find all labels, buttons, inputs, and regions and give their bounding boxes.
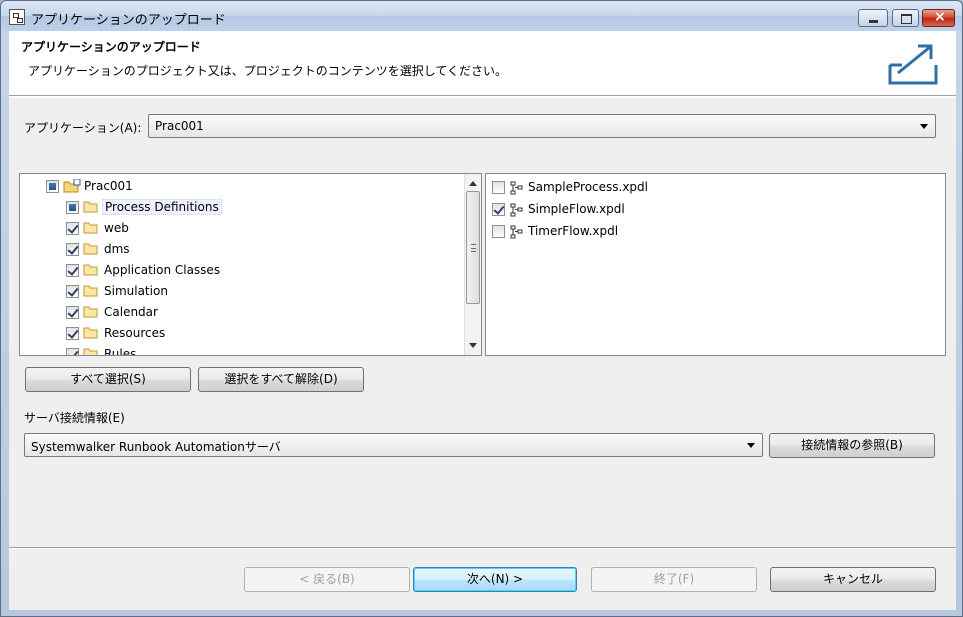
select-all-button[interactable]: すべて選択(S): [25, 367, 191, 392]
tree-item-checkbox[interactable]: [66, 201, 79, 214]
process-file-icon: [510, 225, 523, 239]
tree-item-label: Resources: [104, 326, 166, 340]
folder-icon: [83, 264, 98, 276]
scroll-down-icon[interactable]: [469, 343, 477, 348]
tree-item-label: Calendar: [104, 305, 158, 319]
file-item-label: TimerFlow.xpdl: [528, 224, 619, 238]
tree-item-checkbox[interactable]: [66, 285, 79, 298]
tree-root-checkbox[interactable]: [46, 180, 59, 193]
folder-icon: [83, 306, 98, 318]
tree-item-label: Application Classes: [104, 263, 221, 277]
folder-icon: [83, 222, 98, 234]
file-item-label: SimpleFlow.xpdl: [528, 202, 625, 216]
tree-item-label: Rules: [104, 347, 137, 356]
tree-item-checkbox[interactable]: [66, 348, 79, 355]
cancel-button[interactable]: キャンセル: [770, 567, 936, 592]
file-item-checkbox[interactable]: [492, 203, 505, 216]
close-icon: ×: [934, 9, 946, 25]
app-icon: [9, 9, 25, 25]
folder-icon: [83, 327, 98, 339]
back-button[interactable]: < 戻る(B): [244, 567, 410, 592]
tree-item-checkbox[interactable]: [66, 306, 79, 319]
tree-scrollbar[interactable]: [464, 174, 481, 355]
scrollbar-thumb[interactable]: [466, 191, 480, 304]
minimize-button[interactable]: [858, 9, 888, 27]
server-combo-value: Systemwalker Runbook Automationサーバ: [31, 440, 281, 454]
dialog-client: アプリケーションのアップロード アプリケーションのプロジェクト又は、プロジェクト…: [9, 31, 956, 610]
file-item-checkbox[interactable]: [492, 225, 505, 238]
next-button[interactable]: 次へ(N) >: [413, 567, 577, 592]
deselect-all-button[interactable]: 選択をすべて解除(D): [198, 367, 364, 392]
server-combo[interactable]: Systemwalker Runbook Automationサーバ: [24, 433, 763, 457]
tree-item-checkbox[interactable]: [66, 222, 79, 235]
folder-icon: [83, 201, 98, 213]
scroll-up-icon[interactable]: [469, 181, 477, 186]
close-button[interactable]: ×: [922, 9, 955, 27]
tree-item-label: dms: [104, 242, 130, 256]
project-tree[interactable]: Prac001 Process Definitions web dms Appl…: [19, 173, 482, 356]
chevron-down-icon[interactable]: [747, 443, 755, 448]
tree-item-label: Process Definitions: [102, 199, 222, 215]
process-file-icon: [510, 203, 523, 217]
tree-item-checkbox[interactable]: [66, 264, 79, 277]
wizard-footer: < 戻る(B) 次へ(N) > 終了(F) キャンセル: [9, 547, 956, 610]
grip-icon: [471, 244, 476, 252]
folder-icon: [83, 285, 98, 297]
tree-item-checkbox[interactable]: [66, 327, 79, 340]
server-label: サーバ接続情報(E): [24, 411, 125, 425]
tree-root-label: Prac001: [84, 179, 133, 193]
window-title: アプリケーションのアップロード: [31, 13, 226, 28]
wizard-body: アプリケーション(A): Prac001 Prac001 Process Def…: [9, 97, 956, 547]
tree-item-label: web: [104, 221, 129, 235]
upload-icon: [888, 44, 938, 85]
wizard-header: アプリケーションのアップロード アプリケーションのプロジェクト又は、プロジェクト…: [9, 31, 956, 96]
file-item-label: SampleProcess.xpdl: [528, 180, 648, 194]
chevron-down-icon[interactable]: [920, 124, 928, 129]
folder-icon: [83, 348, 98, 355]
title-bar[interactable]: アプリケーションのアップロード ×: [1, 1, 962, 31]
maximize-button[interactable]: [892, 9, 919, 27]
tree-item-label: Simulation: [104, 284, 168, 298]
finish-button[interactable]: 終了(F): [591, 567, 757, 592]
upload-application-dialog: アプリケーションのアップロード × アプリケーションのアップロード アプリケーシ…: [0, 0, 963, 617]
application-combo[interactable]: Prac001: [148, 114, 936, 138]
application-label: アプリケーション(A):: [24, 121, 142, 135]
wizard-description: アプリケーションのプロジェクト又は、プロジェクトのコンテンツを選択してください。: [28, 64, 508, 78]
application-combo-value: Prac001: [155, 119, 204, 133]
tree-item-checkbox[interactable]: [66, 243, 79, 256]
file-item-checkbox[interactable]: [492, 181, 505, 194]
browse-connection-button[interactable]: 接続情報の参照(B): [769, 433, 935, 458]
wizard-title: アプリケーションのアップロード: [21, 40, 201, 54]
process-file-icon: [510, 181, 523, 195]
content-list[interactable]: SampleProcess.xpdl SimpleFlow.xpdl Timer…: [485, 173, 946, 356]
folder-icon: [83, 243, 98, 255]
project-icon: [63, 179, 81, 193]
